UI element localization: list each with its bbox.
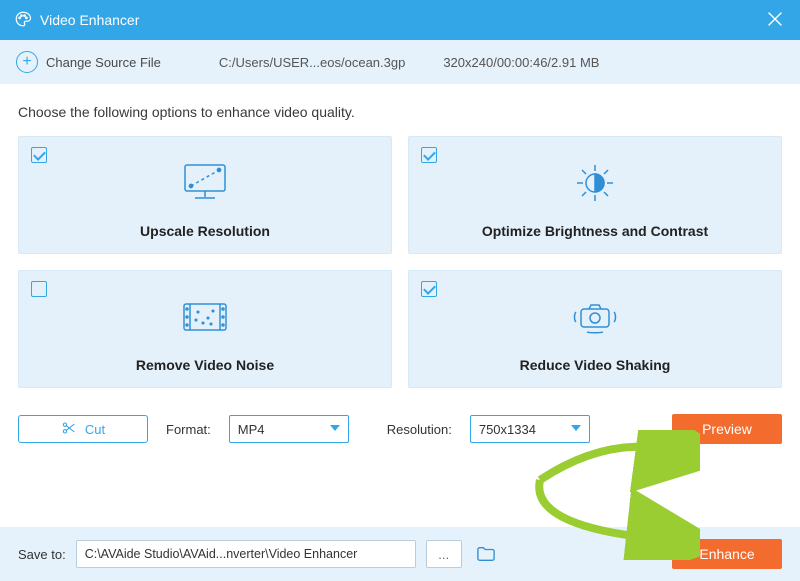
chevron-down-icon bbox=[330, 425, 340, 431]
option-reduce-shaking[interactable]: Reduce Video Shaking bbox=[408, 270, 782, 388]
close-icon[interactable] bbox=[764, 8, 786, 30]
checkbox-icon[interactable] bbox=[421, 147, 437, 163]
option-label: Upscale Resolution bbox=[140, 223, 270, 239]
option-brightness-contrast[interactable]: Optimize Brightness and Contrast bbox=[408, 136, 782, 254]
film-noise-icon bbox=[175, 287, 235, 347]
option-label: Remove Video Noise bbox=[136, 357, 274, 373]
format-value: MP4 bbox=[238, 422, 265, 437]
cut-label: Cut bbox=[85, 422, 105, 437]
checkbox-icon[interactable] bbox=[31, 147, 47, 163]
preview-button[interactable]: Preview bbox=[672, 414, 782, 444]
palette-icon bbox=[14, 10, 32, 31]
save-path-input[interactable]: C:\AVAide Studio\AVAid...nverter\Video E… bbox=[76, 540, 416, 568]
source-bar: + Change Source File C:/Users/USER...eos… bbox=[0, 40, 800, 84]
source-meta: 320x240/00:00:46/2.91 MB bbox=[443, 55, 599, 70]
resolution-label: Resolution: bbox=[387, 422, 452, 437]
change-source-button[interactable]: Change Source File bbox=[46, 55, 161, 70]
save-path-value: C:\AVAide Studio\AVAid...nverter\Video E… bbox=[85, 547, 358, 561]
cut-button[interactable]: Cut bbox=[18, 415, 148, 443]
instruction-text: Choose the following options to enhance … bbox=[0, 84, 800, 136]
chevron-down-icon bbox=[571, 425, 581, 431]
option-remove-noise[interactable]: Remove Video Noise bbox=[18, 270, 392, 388]
add-source-icon[interactable]: + bbox=[16, 51, 38, 73]
checkbox-icon[interactable] bbox=[31, 281, 47, 297]
sun-contrast-icon bbox=[565, 153, 625, 213]
resolution-select[interactable]: 750x1334 bbox=[470, 415, 590, 443]
source-path: C:/Users/USER...eos/ocean.3gp bbox=[219, 55, 405, 70]
option-label: Reduce Video Shaking bbox=[520, 357, 671, 373]
app-title: Video Enhancer bbox=[40, 12, 139, 28]
option-label: Optimize Brightness and Contrast bbox=[482, 223, 708, 239]
save-bar: Save to: C:\AVAide Studio\AVAid...nverte… bbox=[0, 527, 800, 581]
save-to-label: Save to: bbox=[18, 547, 66, 562]
title-bar: Video Enhancer bbox=[0, 0, 800, 40]
browse-button[interactable]: ... bbox=[426, 540, 462, 568]
controls-row: Cut Format: MP4 Resolution: 750x1334 Pre… bbox=[0, 410, 800, 456]
camera-shake-icon bbox=[565, 287, 625, 347]
checkbox-icon[interactable] bbox=[421, 281, 437, 297]
resolution-value: 750x1334 bbox=[479, 422, 536, 437]
scissors-icon bbox=[61, 420, 77, 439]
format-label: Format: bbox=[166, 422, 211, 437]
open-folder-icon[interactable] bbox=[472, 543, 500, 565]
format-select[interactable]: MP4 bbox=[229, 415, 349, 443]
option-upscale-resolution[interactable]: Upscale Resolution bbox=[18, 136, 392, 254]
options-grid: Upscale Resolution Optimize Brightness a… bbox=[0, 136, 800, 402]
monitor-icon bbox=[175, 153, 235, 213]
enhance-button[interactable]: Enhance bbox=[672, 539, 782, 569]
